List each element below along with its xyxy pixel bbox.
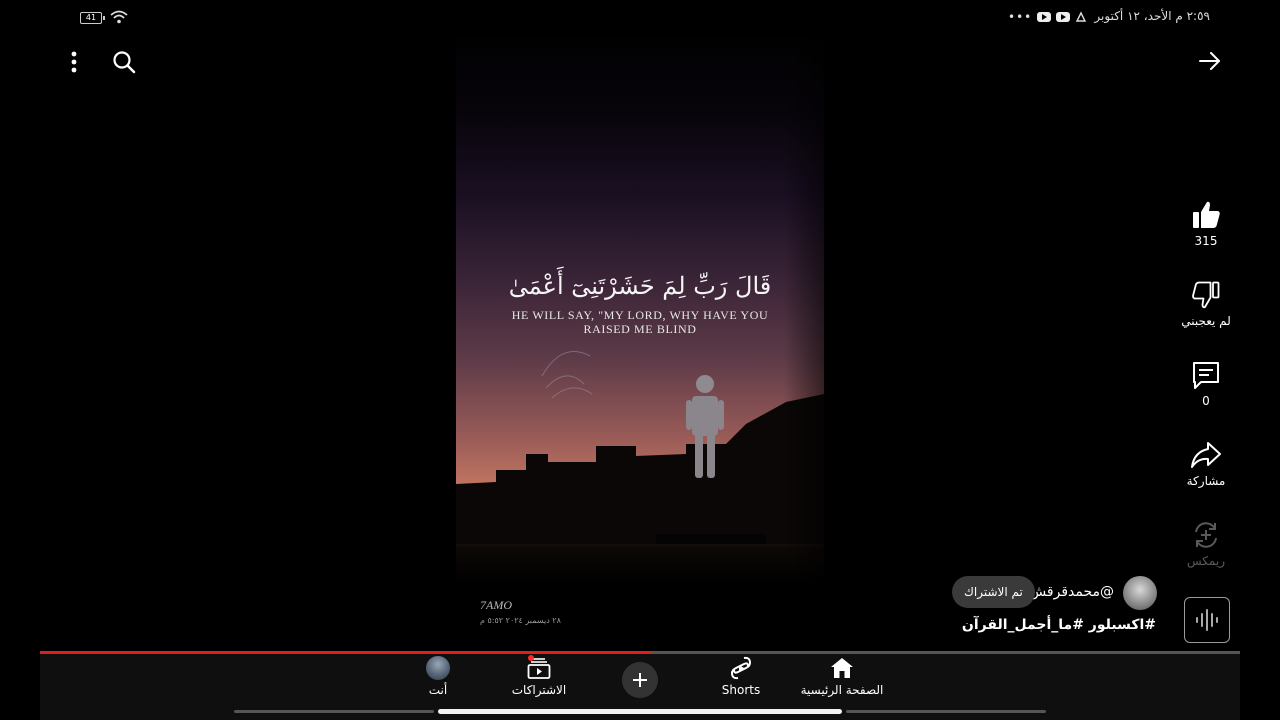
back-arrow-icon bbox=[1199, 52, 1220, 70]
watermark-date: ٢٨ ديسمبر ٢٠٢٤ ٥:٥٢ م bbox=[480, 616, 561, 625]
sound-wave-icon bbox=[1196, 609, 1218, 631]
nav-home[interactable]: الصفحة الرئيسية bbox=[787, 656, 897, 702]
remix-icon bbox=[1195, 522, 1217, 548]
verse-arabic-text: قَالَ رَبِّ لِمَ حَشَرْتَنِىٓ أَعْمَىٰ bbox=[508, 272, 772, 300]
nav-subscriptions[interactable]: الاشتراكات bbox=[484, 655, 594, 702]
like-count: 315 bbox=[1194, 234, 1218, 248]
city-skyline-image bbox=[456, 394, 824, 544]
home-icon bbox=[829, 656, 855, 680]
comments-count: 0 bbox=[1202, 394, 1210, 408]
remix-label: ريمكس bbox=[1187, 554, 1225, 568]
battery-level: 41 bbox=[85, 13, 97, 22]
more-dots-icon: ••• bbox=[1008, 10, 1033, 24]
verse-translation-line: HE WILL SAY, "MY LORD, WHY HAVE YOU bbox=[511, 308, 769, 322]
nav-home-label: الصفحة الرئيسية bbox=[800, 683, 884, 697]
notification-icon bbox=[1076, 11, 1087, 22]
video-player[interactable]: قَالَ رَبِّ لِمَ حَشَرْتَنِىٓ أَعْمَىٰ H… bbox=[456, 24, 824, 634]
remix-button[interactable]: ريمكس bbox=[1176, 520, 1236, 568]
comment-icon bbox=[1193, 362, 1219, 389]
subscribe-button[interactable]: تم الاشتراك bbox=[952, 576, 1035, 608]
status-time-date: ٢:٥٩ م الأحد، ١٢ أكتوبر bbox=[1094, 9, 1210, 23]
dislike-button[interactable]: لم يعجبني bbox=[1176, 280, 1236, 328]
back-button[interactable] bbox=[1190, 41, 1230, 81]
youtube-icon bbox=[1037, 12, 1052, 22]
status-notification-icons: ••• bbox=[1008, 10, 1087, 24]
gesture-handle-right bbox=[846, 710, 1046, 713]
nav-shorts-label: Shorts bbox=[721, 683, 761, 697]
wifi-icon bbox=[110, 10, 128, 24]
notification-dot bbox=[528, 655, 534, 661]
create-button[interactable] bbox=[622, 662, 658, 698]
comments-button[interactable]: 0 bbox=[1176, 360, 1236, 408]
watermark-name: 7AMO bbox=[480, 598, 512, 612]
calligraphy-seal-image bbox=[541, 351, 593, 399]
more-options-button[interactable] bbox=[54, 42, 94, 82]
gesture-handle[interactable] bbox=[438, 709, 842, 714]
thumbs-down-icon bbox=[1192, 281, 1220, 309]
nav-you-label: أنت bbox=[428, 683, 448, 697]
gesture-handle-left bbox=[234, 710, 434, 713]
thumbs-up-icon bbox=[1193, 201, 1220, 228]
youtube-icon bbox=[1056, 12, 1071, 22]
video-title[interactable]: #اكسبلور #ما_أجمل_القرآن bbox=[962, 617, 1156, 633]
sound-button[interactable] bbox=[1184, 597, 1230, 643]
dislike-label: لم يعجبني bbox=[1181, 314, 1231, 328]
avatar bbox=[426, 656, 450, 680]
plus-icon bbox=[633, 673, 647, 687]
nav-subscriptions-label: الاشتراكات bbox=[511, 683, 567, 697]
channel-handle[interactable]: @محمدقرقش bbox=[1029, 584, 1114, 600]
figure-silhouette-image bbox=[686, 375, 724, 478]
share-button[interactable]: مشاركة bbox=[1176, 440, 1236, 488]
verse-translation-line: RAISED ME BLIND bbox=[583, 322, 697, 336]
like-button[interactable]: 315 bbox=[1176, 200, 1236, 248]
search-button[interactable] bbox=[104, 42, 144, 82]
subscriptions-icon bbox=[526, 655, 552, 680]
nav-you[interactable]: أنت bbox=[383, 656, 493, 702]
search-icon bbox=[113, 51, 136, 74]
shorts-icon bbox=[728, 656, 754, 680]
battery-icon: 41 bbox=[80, 12, 105, 24]
nav-shorts[interactable]: Shorts bbox=[686, 656, 796, 702]
channel-avatar[interactable] bbox=[1123, 576, 1157, 610]
share-label: مشاركة bbox=[1186, 474, 1226, 488]
more-vertical-icon bbox=[71, 51, 77, 73]
share-icon bbox=[1191, 442, 1221, 468]
verse-translation-text: HE WILL SAY, "MY LORD, WHY HAVE YOU RAIS… bbox=[456, 308, 824, 336]
